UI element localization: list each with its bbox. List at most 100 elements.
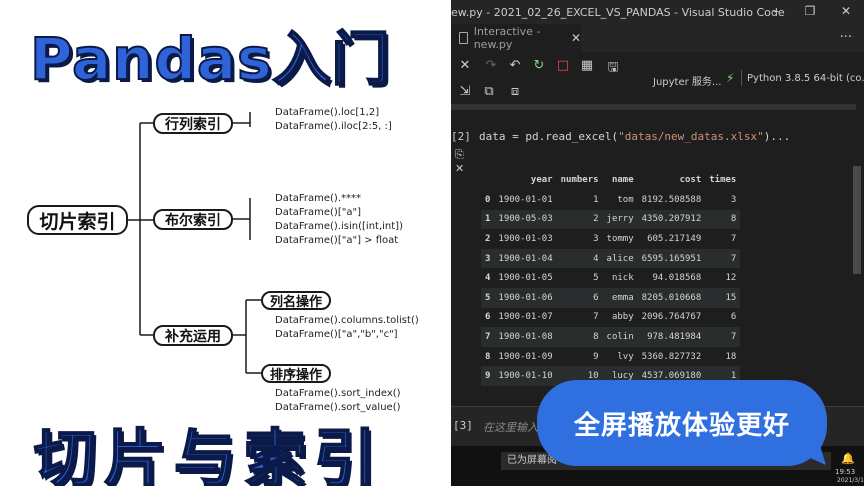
column-header: cost bbox=[637, 170, 706, 190]
table-cell: abby bbox=[611, 312, 634, 323]
more-actions-icon[interactable]: ··· bbox=[840, 30, 852, 45]
table-row: 5 1900-01-06 6 emma 8205.010668 15 bbox=[481, 287, 741, 308]
table-cell: 7 bbox=[705, 248, 741, 269]
table-cell: 2096.764767 bbox=[641, 312, 702, 323]
input-placeholder[interactable]: 在这里输入 bbox=[483, 419, 538, 435]
tab-bar: Interactive - new.py ✕ ··· bbox=[451, 24, 864, 52]
row-index: 2 bbox=[485, 233, 491, 244]
table-cell: alice bbox=[602, 248, 638, 269]
close-tab-icon[interactable]: ✕ bbox=[571, 31, 581, 45]
collapse-icon[interactable]: ⧈ bbox=[507, 84, 523, 99]
table-cell: 978.481984 bbox=[637, 327, 706, 347]
table-cell: 1900-01-08 bbox=[494, 327, 557, 347]
clock-time: 19:53 bbox=[835, 468, 856, 476]
restore-icon[interactable]: ❐ bbox=[802, 4, 818, 18]
clock-date: 2021/3/1 bbox=[837, 477, 864, 484]
export-icon[interactable]: ⇲ bbox=[457, 84, 473, 99]
table-cell: 1 bbox=[593, 194, 599, 205]
column-header bbox=[481, 170, 495, 190]
table-cell: 1900-01-05 bbox=[498, 273, 553, 284]
row-index: 1 bbox=[481, 209, 495, 230]
secondary-toolbar: ⇲ ⧉ ⧈ bbox=[451, 82, 864, 102]
row-index: 5 bbox=[481, 287, 495, 308]
table-row: 3 1900-01-04 4 alice 6595.165951 7 bbox=[481, 248, 741, 269]
table-cell: 1900-01-01 bbox=[498, 194, 553, 205]
table-cell: 8 bbox=[705, 209, 741, 230]
table-row: 6 1900-01-07 7 abby 2096.764767 6 bbox=[481, 308, 740, 328]
table-cell: 5360.827732 bbox=[641, 351, 702, 362]
table-cell: 1900-01-07 bbox=[498, 312, 553, 323]
table-row: 2 1900-01-03 3 tommy 605.217149 7 bbox=[481, 229, 740, 249]
table-cell: 12 bbox=[725, 273, 737, 284]
row-index: 8 bbox=[485, 351, 491, 362]
mind-map-panel: Pandas入门 切片索引 行列索引 布尔索引 补充运用 列名操作 排序操作 D… bbox=[0, 0, 451, 486]
table-row: 8 1900-01-09 9 lvy 5360.827732 18 bbox=[481, 347, 740, 367]
code-suffix: )... bbox=[763, 130, 791, 143]
table-header-row: year numbers name cost times bbox=[481, 170, 741, 190]
row-index: 7 bbox=[481, 327, 495, 347]
notification-icon[interactable]: 🔔 bbox=[841, 452, 855, 465]
table-cell: 6 bbox=[556, 287, 603, 308]
table-cell: colin bbox=[602, 327, 638, 347]
table-cell: 5 bbox=[593, 273, 599, 284]
cell-number: [2] bbox=[451, 130, 471, 143]
table-cell: 2 bbox=[556, 209, 603, 230]
code-group-bool: DataFrame().**** DataFrame()["a"] DataFr… bbox=[275, 192, 403, 248]
tab-label: Interactive - new.py bbox=[473, 25, 541, 51]
table-cell: nick bbox=[611, 273, 634, 284]
minimize-icon[interactable]: – bbox=[768, 4, 784, 18]
table-cell: 1900-01-09 bbox=[498, 351, 553, 362]
sub-node-sort-ops: 排序操作 bbox=[261, 364, 331, 383]
code-prefix: data = pd.read_excel( bbox=[479, 130, 619, 143]
table-row: 7 1900-01-08 8 colin 978.481984 7 bbox=[481, 327, 741, 347]
code-line: DataFrame()["a"] > float bbox=[275, 235, 399, 246]
root-node: 切片索引 bbox=[27, 205, 128, 235]
code-group-columns: DataFrame().columns.tolist() DataFrame()… bbox=[275, 314, 419, 342]
row-index: 9 bbox=[481, 366, 495, 386]
goto-code-icon[interactable]: ⎘ bbox=[455, 148, 464, 162]
code-group-loc: DataFrame().loc[1,2] DataFrame().iloc[2:… bbox=[275, 106, 392, 134]
table-row: 1 1900-05-03 2 jerry 4350.207912 8 bbox=[481, 209, 741, 230]
table-cell: 8192.508588 bbox=[641, 194, 702, 205]
file-icon bbox=[459, 32, 468, 44]
code-line: DataFrame().isin([int,int]) bbox=[275, 221, 403, 232]
window-title: ew.py - 2021_02_26_EXCEL_VS_PANDAS - Vis… bbox=[451, 6, 785, 19]
tab-interactive[interactable]: Interactive - new.py ✕ bbox=[451, 24, 581, 52]
table-cell: 7 bbox=[593, 312, 599, 323]
column-header: times bbox=[705, 170, 741, 190]
table-cell: 8 bbox=[556, 327, 603, 347]
copy-icon[interactable]: ⧉ bbox=[481, 84, 497, 99]
table-cell: 605.217149 bbox=[647, 233, 702, 244]
code-line: DataFrame().**** bbox=[275, 193, 362, 204]
column-header: name bbox=[602, 170, 638, 190]
sub-node-column-ops: 列名操作 bbox=[261, 291, 331, 310]
cell-code: data = pd.read_excel("datas/new_datas.xl… bbox=[479, 130, 790, 143]
delete-cell-icon[interactable]: ✕ bbox=[455, 162, 464, 175]
table-cell: 18 bbox=[725, 351, 737, 362]
table-cell: 7 bbox=[705, 327, 741, 347]
table-cell: 1900-01-04 bbox=[494, 248, 557, 269]
dataframe-table: year numbers name cost times 0 1900-01-01 1 tom… bbox=[481, 170, 741, 386]
table-cell: 8205.010668 bbox=[637, 287, 706, 308]
table-cell: 94.018568 bbox=[652, 273, 702, 284]
table-cell: 4 bbox=[556, 248, 603, 269]
title-bar: ew.py - 2021_02_26_EXCEL_VS_PANDAS - Vis… bbox=[451, 0, 864, 24]
table-cell: 1900-05-03 bbox=[494, 209, 557, 230]
row-index: 0 bbox=[485, 194, 491, 205]
panel-top-bar bbox=[451, 104, 856, 110]
close-window-icon[interactable]: ✕ bbox=[838, 4, 854, 18]
scrollbar-thumb[interactable] bbox=[853, 166, 861, 274]
code-string: "datas/new_datas.xlsx" bbox=[618, 130, 764, 143]
fullscreen-tip-bubble[interactable]: 全屏播放体验更好 bbox=[537, 380, 827, 466]
table-cell: 1900-01-10 bbox=[494, 366, 557, 386]
output-panel: [2] data = pd.read_excel("datas/new_data… bbox=[451, 104, 864, 406]
table-cell: tommy bbox=[606, 233, 634, 244]
column-header: numbers bbox=[556, 170, 603, 190]
title-bottom: 切片与索引 bbox=[33, 421, 385, 486]
code-line: DataFrame().sort_index() bbox=[275, 388, 401, 399]
table-cell: tom bbox=[617, 194, 634, 205]
column-header: year bbox=[494, 170, 557, 190]
table-cell: jerry bbox=[602, 209, 638, 230]
branch-supplement: 补充运用 bbox=[153, 325, 233, 346]
row-index: 6 bbox=[485, 312, 491, 323]
